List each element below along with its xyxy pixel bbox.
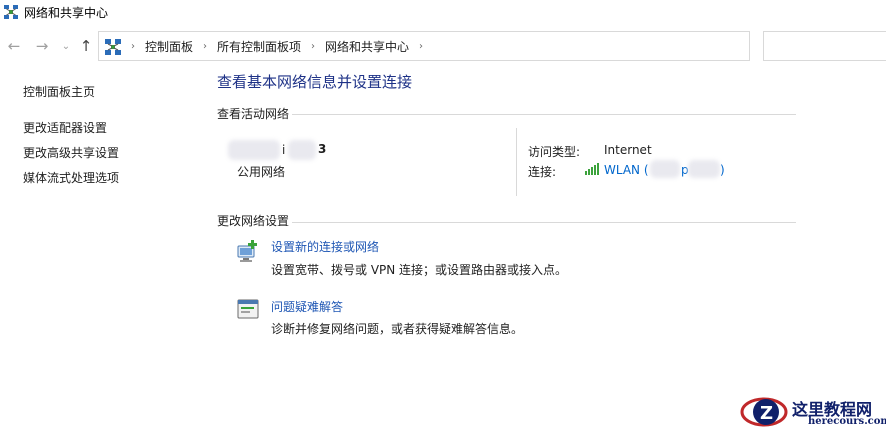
wlan-connection-link[interactable]: WLAN ( — [604, 163, 649, 177]
redacted-ssid — [650, 160, 680, 178]
network-name-fragment: i — [282, 143, 286, 157]
breadcrumb-separator-icon[interactable]: › — [203, 41, 207, 52]
navigation-bar: ← → ⌄ ↑ › 控制面板 › 所有控制面板项 › 网络和共享中心 › — [0, 30, 886, 62]
watermark-url: herecours.com — [808, 416, 886, 427]
breadcrumb-separator-icon[interactable]: › — [311, 41, 315, 52]
network-sharing-center-icon — [4, 5, 18, 19]
access-type-label: 访问类型: — [528, 145, 581, 159]
breadcrumb-separator-icon: › — [131, 40, 135, 52]
sidebar-item-change-advanced-sharing[interactable]: 更改高级共享设置 — [23, 144, 119, 161]
sidebar-item-media-streaming-options[interactable]: 媒体流式处理选项 — [23, 169, 119, 186]
access-type-value: Internet — [604, 143, 652, 157]
breadcrumb-separator-icon[interactable]: › — [419, 41, 423, 52]
window-title: 网络和共享中心 — [24, 5, 109, 20]
troubleshoot-problems-description: 诊断并修复网络问题，或者获得疑难解答信息。 — [271, 322, 524, 336]
control-panel-network-icon — [105, 39, 121, 55]
vertical-divider — [516, 128, 517, 196]
sidebar-item-change-adapter-settings[interactable]: 更改适配器设置 — [23, 119, 107, 136]
section-divider — [292, 222, 796, 223]
section-divider — [292, 114, 796, 115]
redacted-network-name — [228, 140, 280, 160]
breadcrumb-item-control-panel[interactable]: 控制面板 — [145, 38, 193, 55]
wlan-link-fragment[interactable]: ) — [720, 163, 725, 177]
new-connection-icon — [236, 238, 262, 264]
change-settings-heading: 更改网络设置 — [217, 214, 290, 228]
redacted-ssid — [688, 160, 720, 178]
setup-new-connection-description: 设置宽带、拨号或 VPN 连接；或设置路由器或接入点。 — [271, 263, 568, 277]
sidebar-item-control-panel-home[interactable]: 控制面板主页 — [23, 83, 95, 100]
forward-arrow-icon[interactable]: → — [32, 30, 52, 62]
recent-locations-chevron-icon[interactable]: ⌄ — [56, 30, 76, 62]
back-arrow-icon[interactable]: ← — [4, 30, 24, 62]
setup-new-connection-link[interactable]: 设置新的连接或网络 — [271, 238, 379, 255]
connection-label: 连接: — [528, 165, 557, 179]
address-bar[interactable]: › 控制面板 › 所有控制面板项 › 网络和共享中心 › ⌄ ↻ — [98, 31, 839, 61]
active-networks-heading: 查看活动网络 — [217, 107, 290, 121]
troubleshoot-problems-link[interactable]: 问题疑难解答 — [271, 298, 343, 315]
wlan-link-text: WLAN ( — [604, 163, 649, 177]
title-bar: 网络和共享中心 — [0, 0, 886, 24]
network-type[interactable]: 公用网络 — [237, 163, 285, 180]
svg-text:Z: Z — [760, 403, 773, 424]
troubleshoot-icon — [236, 297, 262, 323]
search-input[interactable] — [763, 31, 886, 61]
breadcrumb: › 控制面板 › 所有控制面板项 › 网络和共享中心 › — [131, 32, 433, 60]
up-arrow-icon[interactable]: ↑ — [76, 30, 96, 62]
breadcrumb-item-all-items[interactable]: 所有控制面板项 — [217, 38, 301, 55]
redacted-network-name — [288, 140, 316, 160]
network-name-fragment: 3 — [318, 142, 327, 156]
page-title: 查看基本网络信息并设置连接 — [217, 73, 413, 91]
breadcrumb-item-network-sharing-center[interactable]: 网络和共享中心 — [325, 38, 409, 55]
wifi-signal-icon — [585, 163, 601, 175]
